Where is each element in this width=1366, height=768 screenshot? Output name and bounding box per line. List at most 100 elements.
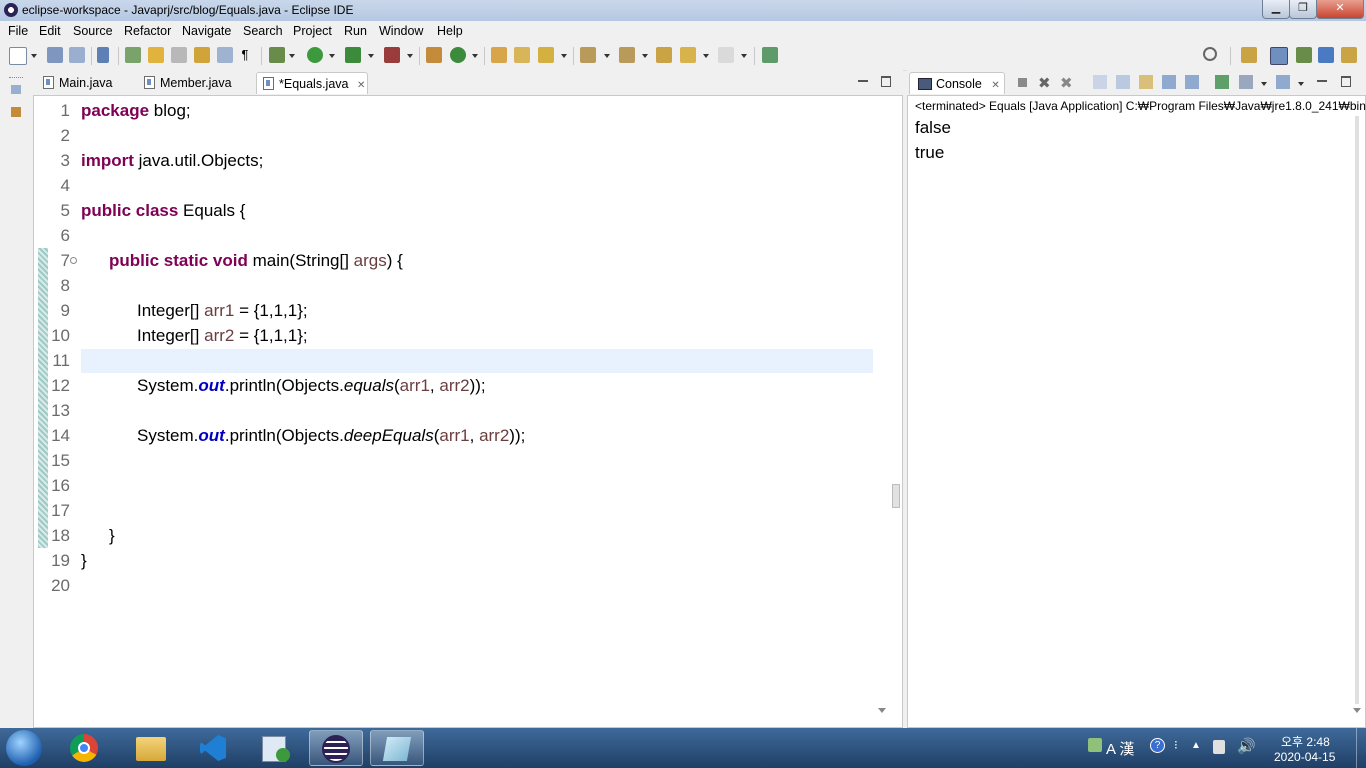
maximize-button[interactable]: ❐	[1289, 0, 1317, 19]
mark-occurrences-icon[interactable]	[148, 47, 164, 63]
device-icon[interactable]	[1213, 740, 1225, 754]
maximize-view-icon[interactable]	[1341, 76, 1351, 87]
display-console-icon[interactable]	[1239, 75, 1253, 89]
minimize-view-icon[interactable]	[1317, 80, 1327, 82]
menu-file[interactable]: File	[8, 24, 28, 38]
vscode-taskbar-button[interactable]	[186, 730, 240, 766]
search-icon[interactable]	[1203, 47, 1217, 61]
debug-icon[interactable]	[269, 47, 285, 63]
tab-member-java[interactable]: Member.java	[144, 72, 254, 94]
open-type-icon[interactable]	[125, 47, 141, 63]
coverage-icon[interactable]	[345, 47, 361, 63]
menu-project[interactable]: Project	[293, 24, 332, 38]
new-icon[interactable]	[9, 47, 27, 65]
sash-handle[interactable]	[892, 484, 900, 508]
chevron-down-icon[interactable]	[741, 54, 747, 58]
skip-breakpoints-icon[interactable]	[97, 47, 109, 63]
minimize-button[interactable]: ▁	[1262, 0, 1290, 19]
menu-source[interactable]: Source	[73, 24, 113, 38]
close-tab-icon[interactable]: ✕	[991, 80, 999, 91]
new-package-icon[interactable]	[426, 47, 442, 63]
chevron-down-icon[interactable]	[642, 54, 648, 58]
clock-date[interactable]: 2020-04-15	[1274, 750, 1335, 764]
git-perspective-icon[interactable]	[1318, 47, 1334, 63]
last-edit-location-icon[interactable]	[656, 47, 672, 63]
open-folder-icon[interactable]	[491, 47, 507, 63]
menu-window[interactable]: Window	[379, 24, 423, 38]
save-icon[interactable]	[47, 47, 63, 63]
toggle-highlight-icon[interactable]	[171, 47, 187, 63]
terminate-icon[interactable]	[1018, 78, 1027, 87]
ime-language-indicator[interactable]: A 漢	[1106, 738, 1134, 759]
open-perspective-icon[interactable]	[1241, 47, 1257, 63]
pin-console-icon[interactable]	[1215, 75, 1229, 89]
close-window-button[interactable]: ✕	[1316, 0, 1364, 19]
ime-options-icon[interactable]: ⁝	[1174, 738, 1178, 752]
menu-navigate[interactable]: Navigate	[182, 24, 231, 38]
drag-handle-icon[interactable]	[9, 77, 23, 80]
external-tools-icon[interactable]	[384, 47, 400, 63]
clock-time[interactable]: 오후 2:48	[1281, 733, 1330, 750]
restore-view-icon[interactable]	[11, 85, 21, 94]
package-explorer-icon[interactable]	[11, 107, 21, 117]
maximize-view-icon[interactable]	[881, 76, 891, 87]
java-perspective-icon[interactable]	[1270, 47, 1288, 65]
chevron-down-icon[interactable]	[407, 54, 413, 58]
close-tab-icon[interactable]: ✕	[357, 80, 365, 91]
eclipse-taskbar-button[interactable]	[309, 730, 363, 766]
block-selection-icon[interactable]	[194, 47, 210, 63]
remove-launch-icon[interactable]: ✖	[1038, 74, 1051, 92]
run-icon[interactable]	[307, 47, 323, 63]
menu-refactor[interactable]: Refactor	[124, 24, 171, 38]
open-task-icon[interactable]	[514, 47, 530, 63]
word-wrap-icon[interactable]	[217, 47, 233, 63]
menu-search[interactable]: Search	[243, 24, 283, 38]
minimize-view-icon[interactable]	[858, 80, 868, 82]
chevron-down-icon[interactable]	[329, 54, 335, 58]
chevron-down-icon[interactable]	[703, 54, 709, 58]
start-button[interactable]	[6, 730, 42, 766]
code-editor[interactable]: 1 2 3 4 5 6 7 8 9 10 11 12 13 14 15 16 1…	[33, 95, 903, 728]
tab-equals-java[interactable]: *Equals.java ✕	[256, 72, 368, 94]
clear-console-icon[interactable]	[1093, 75, 1107, 89]
chevron-down-icon[interactable]	[472, 54, 478, 58]
show-desktop-button[interactable]	[1356, 728, 1366, 768]
new-class-icon[interactable]	[450, 47, 466, 63]
next-annotation-icon[interactable]	[580, 47, 596, 63]
pin-editor-icon[interactable]	[762, 47, 778, 63]
show-on-error-icon[interactable]	[1185, 75, 1199, 89]
chevron-down-icon[interactable]	[1298, 82, 1304, 86]
previous-annotation-icon[interactable]	[619, 47, 635, 63]
chevron-down-icon[interactable]	[1261, 82, 1267, 86]
save-all-icon[interactable]	[69, 47, 85, 63]
scroll-down-icon[interactable]	[878, 708, 886, 713]
scroll-lock-icon[interactable]	[1116, 75, 1130, 89]
app-taskbar-button[interactable]	[249, 730, 303, 766]
forward-arrow-icon[interactable]	[718, 47, 734, 63]
console-view[interactable]: <terminated> Equals [Java Application] C…	[907, 95, 1366, 728]
ime-tool-icon[interactable]	[1088, 738, 1102, 752]
show-whitespace-icon[interactable]: ¶	[240, 47, 250, 63]
chevron-down-icon[interactable]	[289, 54, 295, 58]
explorer-taskbar-button[interactable]	[124, 730, 178, 766]
menu-edit[interactable]: Edit	[39, 24, 61, 38]
debug-perspective-icon[interactable]	[1296, 47, 1312, 63]
show-on-output-icon[interactable]	[1162, 75, 1176, 89]
resource-perspective-icon[interactable]	[1341, 47, 1357, 63]
chevron-down-icon[interactable]	[31, 54, 37, 58]
chevron-down-icon[interactable]	[604, 54, 610, 58]
chrome-taskbar-button[interactable]	[57, 730, 111, 766]
fold-collapse-icon[interactable]	[70, 257, 77, 264]
chevron-down-icon[interactable]	[368, 54, 374, 58]
console-scrollbar[interactable]	[1355, 116, 1359, 704]
back-arrow-icon[interactable]	[680, 47, 696, 63]
search-pencil-icon[interactable]	[538, 47, 554, 63]
show-hidden-icons[interactable]: ▲	[1191, 740, 1201, 751]
notepad-taskbar-button[interactable]	[370, 730, 424, 766]
scroll-down-icon[interactable]	[1353, 708, 1361, 713]
tab-console[interactable]: Console ✕	[909, 72, 1005, 94]
help-icon[interactable]: ?	[1150, 738, 1165, 753]
word-wrap-icon[interactable]	[1139, 75, 1153, 89]
menu-help[interactable]: Help	[437, 24, 463, 38]
chevron-down-icon[interactable]	[561, 54, 567, 58]
